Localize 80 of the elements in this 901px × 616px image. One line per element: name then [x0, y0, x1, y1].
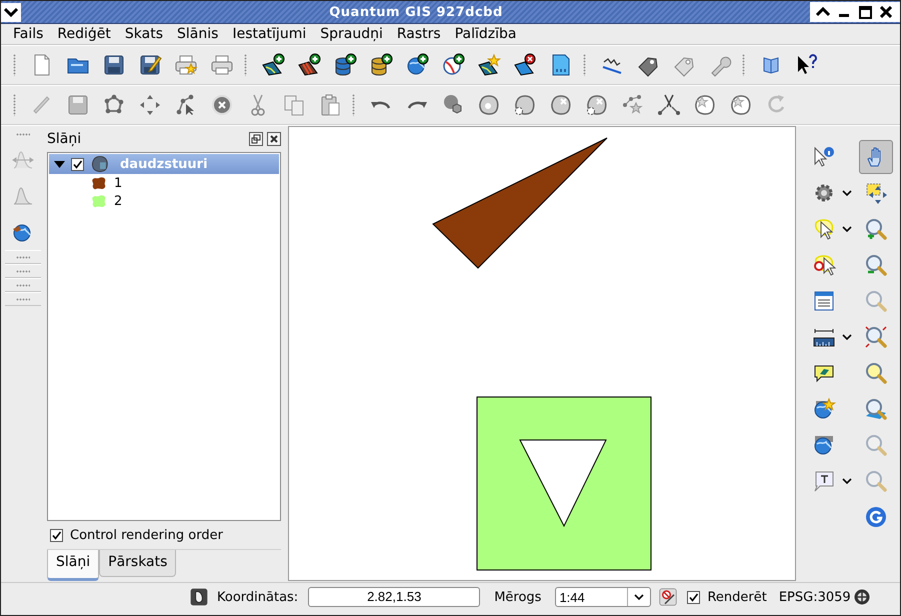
projection-icon[interactable]	[852, 588, 871, 606]
close-button[interactable]	[267, 132, 282, 146]
caret-icon	[816, 7, 830, 17]
scale-combo-box[interactable]: 1:44	[555, 587, 652, 607]
zoom-full-icon[interactable]	[864, 325, 888, 349]
checkbox[interactable]	[687, 590, 700, 604]
checkbox[interactable]	[50, 528, 63, 542]
caret-icon	[634, 594, 644, 600]
menu-item[interactable]: Palīdzība	[448, 26, 524, 42]
zoom-layer-icon[interactable]	[864, 361, 888, 385]
maximize-icon	[858, 6, 872, 18]
panel-tab[interactable]: Pārskats	[99, 550, 176, 577]
zoom-selection-icon[interactable]	[864, 397, 888, 421]
caret-icon[interactable]	[842, 190, 852, 196]
menu-item[interactable]: Spraudņi	[313, 26, 390, 42]
checkbox-label: Renderēt	[707, 590, 767, 604]
menu-item[interactable]: Slānis	[170, 26, 226, 42]
checkbox-label: Control rendering order	[70, 528, 223, 542]
caret-icon[interactable]	[842, 334, 852, 340]
refresh-icon[interactable]	[864, 505, 888, 529]
float-button[interactable]	[249, 132, 264, 146]
blob-ring-icon[interactable]	[513, 93, 537, 117]
move-arrows-icon[interactable]	[138, 93, 162, 117]
menu-item[interactable]: Iestatījumi	[225, 26, 314, 42]
map-stripes-plus-icon[interactable]	[297, 53, 321, 77]
help-pointer-icon[interactable]	[795, 53, 819, 77]
layer-name: daudzstuuri	[120, 156, 208, 172]
globe-plus-icon[interactable]	[405, 53, 429, 77]
window-title: Quantum GIS 927dcbd	[328, 4, 504, 20]
coins-plus-icon[interactable]	[369, 53, 393, 77]
blob-cross-ring-icon[interactable]	[585, 93, 609, 117]
zoom-out-icon[interactable]	[864, 253, 888, 277]
table-icon[interactable]	[812, 289, 836, 313]
zoom-in-icon[interactable]	[864, 217, 888, 241]
blob-star-icon[interactable]	[729, 93, 753, 117]
blob-icon[interactable]	[477, 93, 501, 117]
blob-star-icon[interactable]	[693, 93, 717, 117]
coordinates-label: Koordinātas:	[217, 590, 298, 604]
checkbox[interactable]	[71, 158, 84, 170]
printer-icon[interactable]	[210, 53, 234, 77]
move-map-icon[interactable]	[864, 181, 888, 205]
globe-star-icon[interactable]	[812, 397, 836, 421]
crs-label[interactable]: EPSG:3059	[778, 590, 851, 604]
caret-icon	[4, 7, 18, 17]
panel-title: Slāņi	[47, 131, 82, 147]
legend-label: 2	[114, 194, 122, 208]
close-icon	[269, 134, 280, 144]
deselect-pointer-icon[interactable]	[812, 253, 836, 277]
select-pointer-icon[interactable]	[812, 217, 836, 241]
mouse-icon[interactable]	[189, 587, 209, 607]
legend-label: 1	[114, 176, 122, 190]
pointer-info-icon[interactable]	[812, 145, 836, 169]
coordinates-field[interactable]: 2.82,1.53	[308, 587, 480, 607]
window-menu-button[interactable]	[1, 2, 21, 22]
panel-tab[interactable]: Slāņi	[47, 550, 100, 581]
stop-render-icon[interactable]	[659, 588, 678, 606]
delete-circle-icon[interactable]	[210, 93, 234, 117]
map-plus-icon[interactable]	[261, 53, 285, 77]
menu-item[interactable]: Rastrs	[390, 26, 448, 42]
scale-label: Mērogs	[494, 590, 542, 604]
caret-icon[interactable]	[842, 226, 852, 232]
floppy-pencil-icon[interactable]	[138, 53, 162, 77]
scissors-nodes-icon[interactable]	[657, 93, 681, 117]
caret-icon[interactable]	[842, 478, 852, 484]
menu-item[interactable]: Fails	[6, 26, 50, 42]
map-delete-icon[interactable]	[513, 53, 537, 77]
collapse-arrow-icon[interactable]	[54, 158, 65, 170]
float-icon	[251, 134, 262, 144]
map-star-icon[interactable]	[477, 53, 501, 77]
polygon-layer-icon	[90, 154, 110, 174]
blob-cross-icon[interactable]	[549, 93, 573, 117]
menu-item[interactable]: Rediģēt	[50, 26, 118, 42]
menu-item[interactable]: Skats	[118, 26, 170, 42]
printer-star-icon[interactable]	[174, 53, 198, 77]
close-icon	[880, 6, 892, 18]
globe-pin-plus-icon[interactable]	[441, 53, 465, 77]
database-plus-icon[interactable]	[333, 53, 357, 77]
minimize-icon	[839, 14, 849, 17]
pan-tool-button[interactable]	[859, 140, 893, 174]
text-bubble-icon[interactable]	[812, 469, 836, 493]
